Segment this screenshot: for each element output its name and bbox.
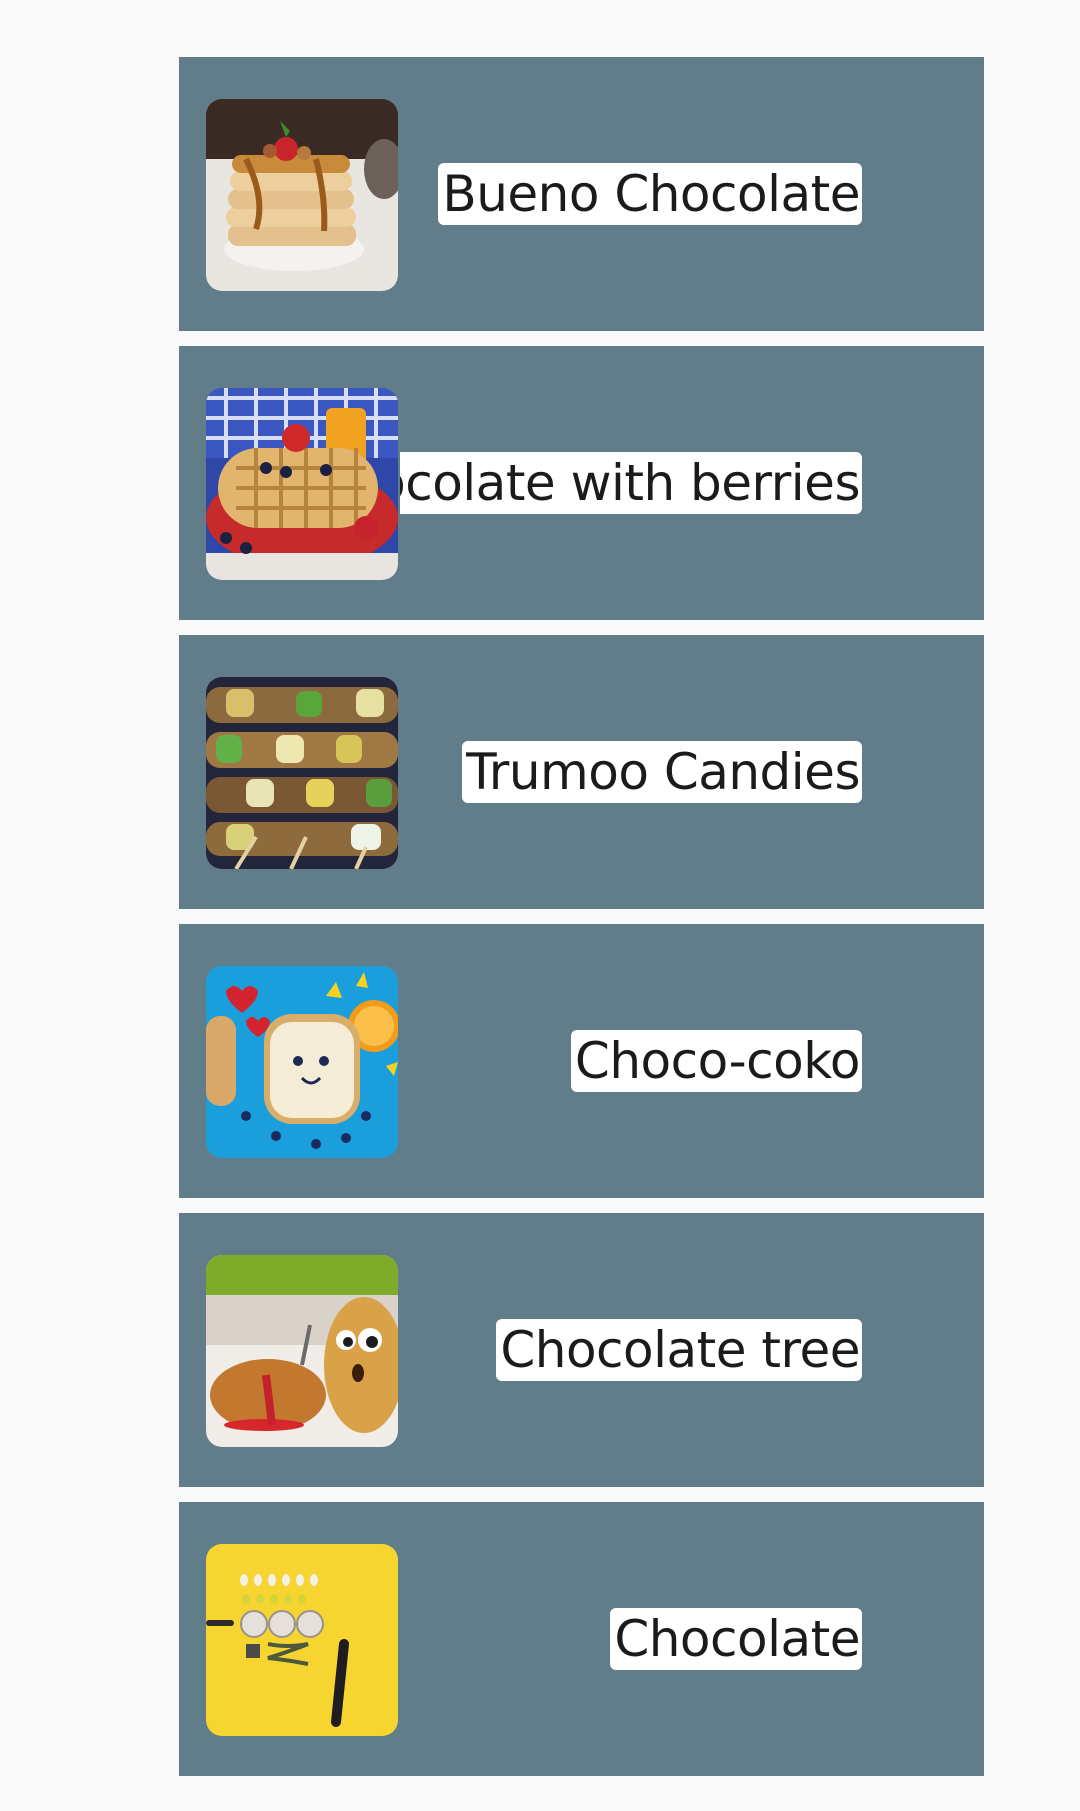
list-item[interactable]: Bueno Chocolate — [179, 57, 984, 331]
item-title-container: Trumoo Candies — [400, 739, 862, 805]
item-title-container: Bueno Chocolate — [400, 161, 862, 227]
list-item[interactable]: Trumoo Candies — [179, 635, 984, 909]
list-item[interactable]: Chocolate tree — [179, 1213, 984, 1487]
item-title-container: Chocolate tree — [400, 1317, 862, 1383]
potatoes-image — [206, 1255, 398, 1447]
item-title: Chocolate with berries — [400, 452, 862, 514]
item-title-container: Chocolate with berries — [400, 450, 862, 516]
toast-face-image — [206, 966, 398, 1158]
waffles-image — [206, 388, 398, 580]
item-title: Bueno Chocolate — [438, 163, 862, 225]
item-title: Choco-coko — [570, 1030, 862, 1092]
pancakes-image — [206, 99, 398, 291]
list-item[interactable]: Chocolate with berries — [179, 346, 984, 620]
item-title: Trumoo Candies — [462, 741, 862, 803]
yellow-table-image — [206, 1544, 398, 1736]
skewers-image — [206, 677, 398, 869]
list-item[interactable]: Choco-coko — [179, 924, 984, 1198]
item-title: Chocolate tree — [496, 1319, 862, 1381]
item-title: Chocolate — [610, 1608, 862, 1670]
list-item[interactable]: Chocolate — [179, 1502, 984, 1776]
item-list: Bueno Chocolate colate with berries Trum… — [179, 57, 984, 1791]
item-title-container: Chocolate — [400, 1606, 862, 1672]
item-title-container: Choco-coko — [400, 1028, 862, 1094]
